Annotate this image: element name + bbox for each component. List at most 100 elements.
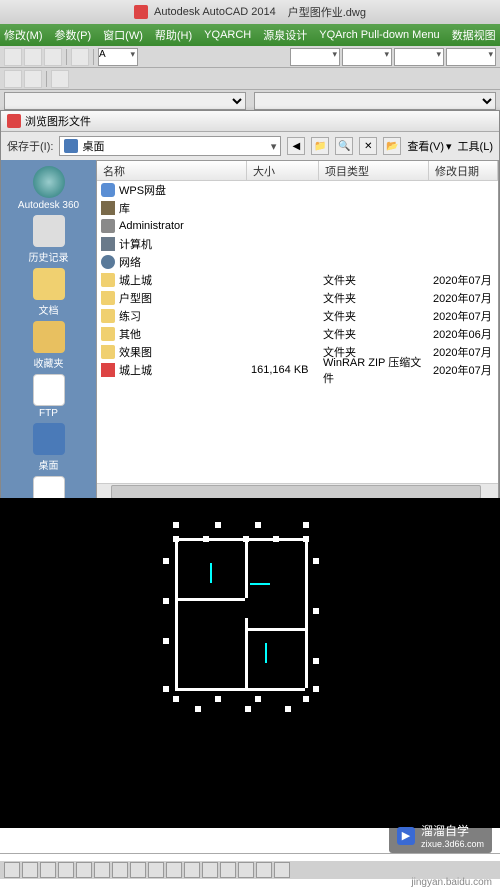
file-type: 文件夹 (319, 308, 429, 324)
file-row[interactable]: 网络 (97, 253, 498, 271)
place-autodesk360[interactable]: Autodesk 360 (14, 166, 84, 211)
newfolder-icon[interactable]: 📂 (383, 137, 401, 155)
layer-combo[interactable] (4, 92, 246, 110)
file-row[interactable]: 库 (97, 199, 498, 217)
combo-right1[interactable] (290, 48, 340, 66)
tool-icon[interactable] (4, 70, 22, 88)
file-row[interactable]: Administrator (97, 217, 498, 235)
menu-yuanquan[interactable]: 源泉设计 (263, 27, 307, 43)
file-icon (101, 219, 115, 233)
scroll-thumb[interactable] (111, 485, 481, 499)
toolbar-1: A (0, 46, 500, 68)
floorplan-drawing (155, 528, 335, 708)
status-btn-icon[interactable] (130, 862, 146, 878)
file-row[interactable]: 其他 文件夹 2020年06月 (97, 325, 498, 343)
layer-combo-2[interactable] (254, 92, 496, 110)
file-row[interactable]: 城上城 文件夹 2020年07月 (97, 271, 498, 289)
status-btn-icon[interactable] (58, 862, 74, 878)
status-btn-icon[interactable] (256, 862, 272, 878)
place-ftp[interactable]: FTP (14, 374, 84, 419)
view-menu[interactable]: 查看(V) ▾ (407, 138, 451, 154)
combo-right3[interactable] (394, 48, 444, 66)
status-btn-icon[interactable] (184, 862, 200, 878)
file-date: 2020年07月 (429, 272, 498, 288)
tool-icon[interactable] (51, 70, 69, 88)
tool-print-icon[interactable] (71, 48, 89, 66)
file-icon (101, 183, 115, 197)
up-icon[interactable]: 📁 (311, 137, 329, 155)
col-name[interactable]: 名称 (97, 161, 247, 180)
file-name: WPS网盘 (119, 182, 166, 198)
favorites-icon (33, 321, 65, 353)
file-row[interactable]: 城上城 161,164 KB WinRAR ZIP 压缩文件 2020年07月 (97, 361, 498, 379)
file-type: WinRAR ZIP 压缩文件 (319, 354, 429, 386)
tool-save-icon[interactable] (44, 48, 62, 66)
tool-open-icon[interactable] (24, 48, 42, 66)
status-btn-icon[interactable] (4, 862, 20, 878)
file-icon (101, 237, 115, 251)
status-btn-icon[interactable] (166, 862, 182, 878)
menu-modify[interactable]: 修改(M) (4, 27, 43, 43)
file-date: 2020年07月 (429, 344, 498, 360)
separator (93, 49, 94, 65)
file-name: 其他 (119, 326, 141, 342)
menu-window[interactable]: 窗口(W) (103, 27, 143, 43)
status-btn-icon[interactable] (94, 862, 110, 878)
col-type[interactable]: 项目类型 (319, 161, 429, 180)
location-combo[interactable]: 桌面 (59, 136, 281, 156)
tools-menu[interactable]: 工具(L) (458, 138, 493, 154)
location-text: 桌面 (82, 138, 104, 154)
play-icon: ▶ (397, 827, 415, 845)
file-name: 城上城 (119, 272, 152, 288)
file-row[interactable]: WPS网盘 (97, 181, 498, 199)
status-btn-icon[interactable] (40, 862, 56, 878)
dialog-title-text: 浏览图形文件 (25, 113, 91, 129)
scrollbar-horizontal[interactable] (97, 483, 498, 499)
tool-icon[interactable] (24, 70, 42, 88)
status-btn-icon[interactable] (220, 862, 236, 878)
col-date[interactable]: 修改日期 (429, 161, 498, 180)
file-icon (101, 273, 115, 287)
dialog-title-bar: 浏览图形文件 (1, 111, 499, 132)
status-btn-icon[interactable] (112, 862, 128, 878)
status-btn-icon[interactable] (148, 862, 164, 878)
tool-new-icon[interactable] (4, 48, 22, 66)
file-row[interactable]: 练习 文件夹 2020年07月 (97, 307, 498, 325)
combo-right2[interactable] (342, 48, 392, 66)
file-icon (101, 291, 115, 305)
drawing-canvas[interactable] (0, 498, 500, 828)
file-icon (101, 363, 115, 377)
menu-yqarch[interactable]: YQARCH (204, 29, 251, 41)
separator (46, 71, 47, 87)
place-docs[interactable]: 文档 (14, 268, 84, 317)
status-btn-icon[interactable] (22, 862, 38, 878)
toolbar-2 (0, 68, 500, 90)
file-icon (101, 327, 115, 341)
file-row[interactable]: 户型图 文件夹 2020年07月 (97, 289, 498, 307)
status-btn-icon[interactable] (76, 862, 92, 878)
delete-icon[interactable]: ✕ (359, 137, 377, 155)
menu-help[interactable]: 帮助(H) (155, 27, 192, 43)
file-row[interactable]: 效果图 文件夹 2020年07月 (97, 343, 498, 361)
font-combo[interactable]: A (98, 48, 138, 66)
menu-bar: 修改(M) 参数(P) 窗口(W) 帮助(H) YQARCH 源泉设计 YQAr… (0, 24, 500, 46)
menu-yqpulldown[interactable]: YQArch Pull-down Menu (319, 29, 439, 41)
menu-dataview[interactable]: 数据视图 (452, 27, 496, 43)
place-favorites[interactable]: 收藏夹 (14, 321, 84, 370)
combo-right4[interactable] (446, 48, 496, 66)
col-size[interactable]: 大小 (247, 161, 319, 180)
search-icon[interactable]: 🔍 (335, 137, 353, 155)
file-name: 城上城 (119, 362, 152, 378)
menu-param[interactable]: 参数(P) (55, 27, 92, 43)
back-icon[interactable]: ◀ (287, 137, 305, 155)
file-row[interactable]: 计算机 (97, 235, 498, 253)
documents-icon (33, 268, 65, 300)
file-list-header: 名称 大小 项目类型 修改日期 (97, 161, 498, 181)
file-type: 文件夹 (319, 272, 429, 288)
status-btn-icon[interactable] (238, 862, 254, 878)
place-history[interactable]: 历史记录 (14, 215, 84, 264)
place-desktop[interactable]: 桌面 (14, 423, 84, 472)
status-btn-icon[interactable] (202, 862, 218, 878)
status-btn-icon[interactable] (274, 862, 290, 878)
watermark-brand: 溜溜自学 (421, 822, 484, 839)
